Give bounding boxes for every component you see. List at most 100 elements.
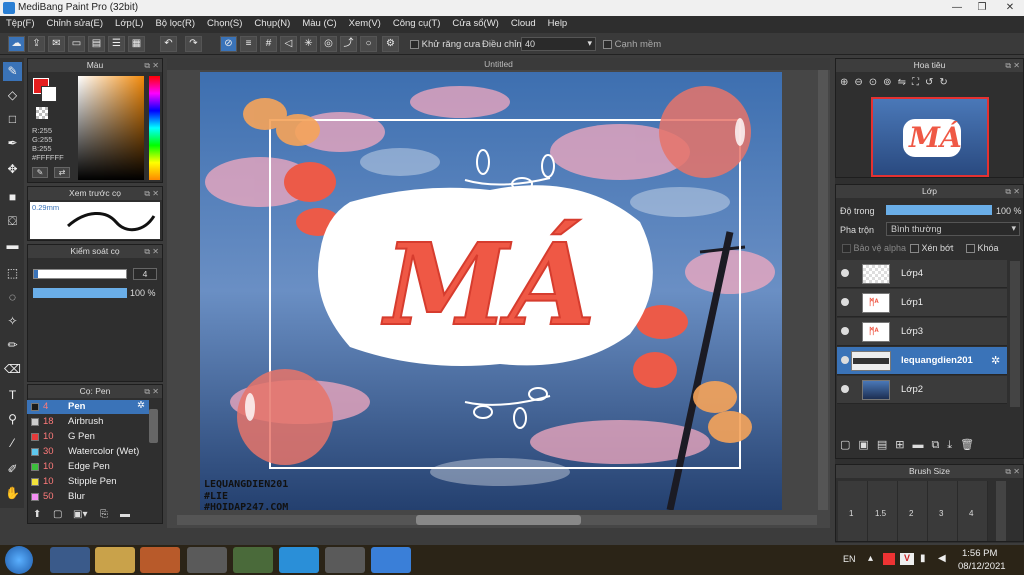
zoom-icon[interactable]: [371, 547, 411, 573]
eye-icon[interactable]: [841, 298, 849, 306]
dropper-tool-icon[interactable]: ✐: [3, 460, 22, 479]
close-button[interactable]: ✕: [996, 0, 1024, 16]
zoom-out-icon[interactable]: ⊖: [854, 77, 868, 88]
horizontal-scroll-thumb[interactable]: [416, 515, 581, 525]
grid-icon[interactable]: ▦: [128, 36, 145, 52]
layer-list-scrollbar[interactable]: [1010, 261, 1020, 407]
clock-date[interactable]: 08/12/2021: [958, 561, 1006, 572]
brush-size-preset[interactable]: 2: [909, 509, 913, 518]
brush-item-watercolor[interactable]: 30 Watercolor (Wet): [27, 445, 149, 459]
brush-copy-icon[interactable]: ⎘: [100, 509, 116, 521]
duplicate-layer-icon[interactable]: ⧉: [931, 439, 947, 451]
secondary-color-swatch[interactable]: [41, 86, 57, 102]
panel-detach-icon[interactable]: ⧉ ✕: [1005, 465, 1020, 478]
medibang-taskbar-icon[interactable]: [325, 547, 365, 573]
flip-icon[interactable]: ⇋: [898, 77, 912, 88]
start-button[interactable]: [5, 546, 33, 574]
minimize-button[interactable]: —: [945, 0, 969, 16]
cloud-icon[interactable]: ☁: [8, 36, 25, 52]
brush-opacity-slider[interactable]: [33, 288, 127, 298]
brush-item-stipple-pen[interactable]: 10 Stipple Pen: [27, 475, 149, 489]
menu-help[interactable]: Help: [542, 16, 574, 33]
menu-layer[interactable]: Lớp(L): [109, 16, 149, 33]
panel-detach-icon[interactable]: ⧉ ✕: [1005, 185, 1020, 198]
brush-item-pen[interactable]: 4 Pen ✲: [27, 400, 149, 414]
navigator-thumbnail[interactable]: MÁ: [871, 97, 989, 177]
artwork-canvas[interactable]: MÁ LEQUANGDIEN201 #LIE #HOIDAP247.COM: [200, 72, 782, 510]
fit-window-icon[interactable]: ⛶: [912, 77, 925, 88]
brush-item-airbrush[interactable]: 18 Airbrush: [27, 415, 149, 429]
brush-size-preset[interactable]: 3: [939, 509, 943, 518]
clipping-checkbox[interactable]: [910, 244, 919, 254]
volume-icon[interactable]: ◀: [938, 553, 946, 564]
radial-snap-icon[interactable]: ✳: [300, 36, 317, 52]
panel-detach-icon[interactable]: ⧉ ✕: [144, 187, 159, 200]
lock-option[interactable]: Khóa: [966, 243, 999, 254]
media-player-icon[interactable]: [140, 547, 180, 573]
layer-row[interactable]: Lớp4: [837, 260, 1007, 288]
eye-icon[interactable]: [841, 327, 849, 335]
ellipse-snap-icon[interactable]: ○: [360, 36, 377, 52]
menu-tools[interactable]: Công cụ(T): [387, 16, 447, 33]
chat-icon[interactable]: ▭: [68, 36, 85, 52]
document-icon[interactable]: ▤: [88, 36, 105, 52]
select-rect-icon[interactable]: ⬚: [3, 264, 22, 283]
protect-alpha-option[interactable]: Bảo vệ alpha: [842, 243, 906, 254]
chrome-icon[interactable]: [187, 547, 227, 573]
brush-menu-icon[interactable]: ▣▾: [73, 509, 95, 521]
new-halftone-layer-icon[interactable]: ▣: [858, 439, 876, 451]
gradient-tool-icon[interactable]: ▬: [3, 236, 22, 255]
brush-size-preset[interactable]: 1.5: [875, 509, 886, 518]
clipping-option[interactable]: Xén bớt: [910, 243, 953, 254]
hue-slider[interactable]: [149, 76, 160, 180]
circle-snap-icon[interactable]: ◎: [320, 36, 337, 52]
saturation-value-field[interactable]: [78, 76, 144, 180]
tray-arrow-icon[interactable]: ▴: [868, 553, 873, 564]
undo-icon[interactable]: ↶: [160, 36, 177, 52]
new-8bit-layer-icon[interactable]: ▤: [877, 439, 895, 451]
eye-icon[interactable]: [841, 385, 849, 393]
brush-size-preset[interactable]: 1: [849, 509, 853, 518]
soft-edge-checkbox[interactable]: [603, 39, 612, 49]
rotate-left-icon[interactable]: ↺: [925, 77, 939, 88]
antialias-checkbox[interactable]: [410, 39, 419, 49]
color-swap-icon[interactable]: ⇄: [54, 167, 70, 178]
soft-edge-option[interactable]: Cạnh mềm: [603, 39, 661, 50]
select-eraser-icon[interactable]: ⌫: [3, 360, 22, 379]
blend-mode-select[interactable]: Bình thường ▾: [886, 222, 1020, 236]
maximize-button[interactable]: ❐: [970, 0, 994, 16]
menu-color[interactable]: Màu (C): [296, 16, 342, 33]
network-icon[interactable]: ▮: [920, 553, 926, 564]
snap-settings-icon[interactable]: ⚙: [382, 36, 399, 52]
zoom-in-icon[interactable]: ⊕: [840, 77, 854, 88]
select-pen-icon[interactable]: ✏: [3, 336, 22, 355]
brush-size-slider[interactable]: [33, 269, 127, 279]
menu-file[interactable]: Tệp(F): [0, 16, 41, 33]
parallel-snap-icon[interactable]: ≡: [240, 36, 257, 52]
brush-folder-icon[interactable]: ▬: [120, 509, 136, 521]
zoom-fit-icon[interactable]: ⊚: [883, 77, 897, 88]
rotate-right-icon[interactable]: ↻: [939, 77, 953, 88]
panel-detach-icon[interactable]: ⧉ ✕: [1005, 59, 1020, 72]
protect-alpha-checkbox[interactable]: [842, 244, 851, 254]
layer-row-selected[interactable]: lequangdien201 ✲: [837, 347, 1007, 375]
hand-tool-icon[interactable]: ✋: [3, 484, 22, 503]
lock-checkbox[interactable]: [966, 244, 975, 254]
vpn-icon[interactable]: V: [900, 553, 914, 565]
correction-select[interactable]: 40 ▾: [521, 37, 596, 51]
vanish-snap-icon[interactable]: ◁: [280, 36, 297, 52]
brush-add-icon[interactable]: ⬆: [33, 509, 49, 521]
gear-icon[interactable]: ✲: [137, 400, 145, 411]
operation-tool-icon[interactable]: ⚲: [3, 410, 22, 429]
layer-opacity-slider[interactable]: [886, 205, 992, 215]
fill-rect-tool-icon[interactable]: ■: [3, 188, 22, 207]
layer-row[interactable]: ᛗᴬ Lớp1: [837, 289, 1007, 317]
menu-view[interactable]: Xem(V): [343, 16, 387, 33]
edge-browser-icon[interactable]: [50, 547, 90, 573]
clock-time[interactable]: 1:56 PM: [962, 548, 997, 559]
color-picker-icon[interactable]: ✎: [32, 167, 48, 178]
eye-icon[interactable]: [841, 269, 849, 277]
brush-size-preset[interactable]: 4: [969, 509, 973, 518]
transparent-swatch[interactable]: [36, 107, 48, 119]
magic-wand-icon[interactable]: ✧: [3, 312, 22, 331]
